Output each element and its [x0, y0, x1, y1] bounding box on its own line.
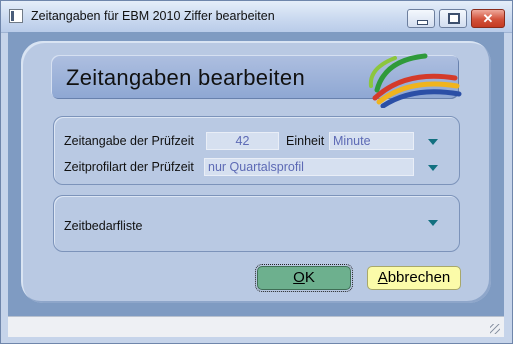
ok-mnemonic: O	[293, 269, 305, 286]
einheit-label: Einheit	[286, 134, 325, 148]
close-icon[interactable]: ✕	[471, 9, 505, 28]
status-bar	[8, 316, 504, 337]
chevron-down-icon[interactable]	[428, 139, 438, 145]
profil-dropdown[interactable]: nur Quartalsprofil	[204, 158, 414, 176]
zeitbedarf-label: Zeitbedarfliste	[64, 219, 143, 233]
cancel-button[interactable]: Abbrechen	[367, 266, 461, 290]
swoosh-logo	[368, 53, 462, 108]
resize-grip-icon[interactable]	[490, 324, 500, 334]
pruefzeit-value-field[interactable]: 42	[206, 132, 279, 150]
cancel-mnemonic: A	[377, 269, 388, 286]
chevron-down-icon[interactable]	[428, 165, 438, 171]
page-title: Zeitangaben bearbeiten	[66, 65, 306, 90]
minimize-icon[interactable]	[407, 9, 435, 28]
einheit-dropdown[interactable]: Minute	[329, 132, 414, 150]
window-title: Zeitangaben für EBM 2010 Ziffer bearbeit…	[31, 9, 275, 23]
app-window-icon[interactable]	[9, 9, 23, 23]
ok-label-rest: K	[304, 269, 315, 286]
cancel-label-rest: bbrechen	[387, 269, 451, 286]
ok-button[interactable]: OK	[255, 264, 353, 292]
pruefzeit-label: Zeitangabe der Prüfzeit	[64, 134, 194, 148]
chevron-down-icon[interactable]	[428, 220, 438, 226]
maximize-icon[interactable]	[439, 9, 467, 28]
profil-label: Zeitprofilart der Prüfzeit	[64, 160, 194, 174]
title-bar[interactable]: Zeitangaben für EBM 2010 Ziffer bearbeit…	[1, 1, 512, 33]
